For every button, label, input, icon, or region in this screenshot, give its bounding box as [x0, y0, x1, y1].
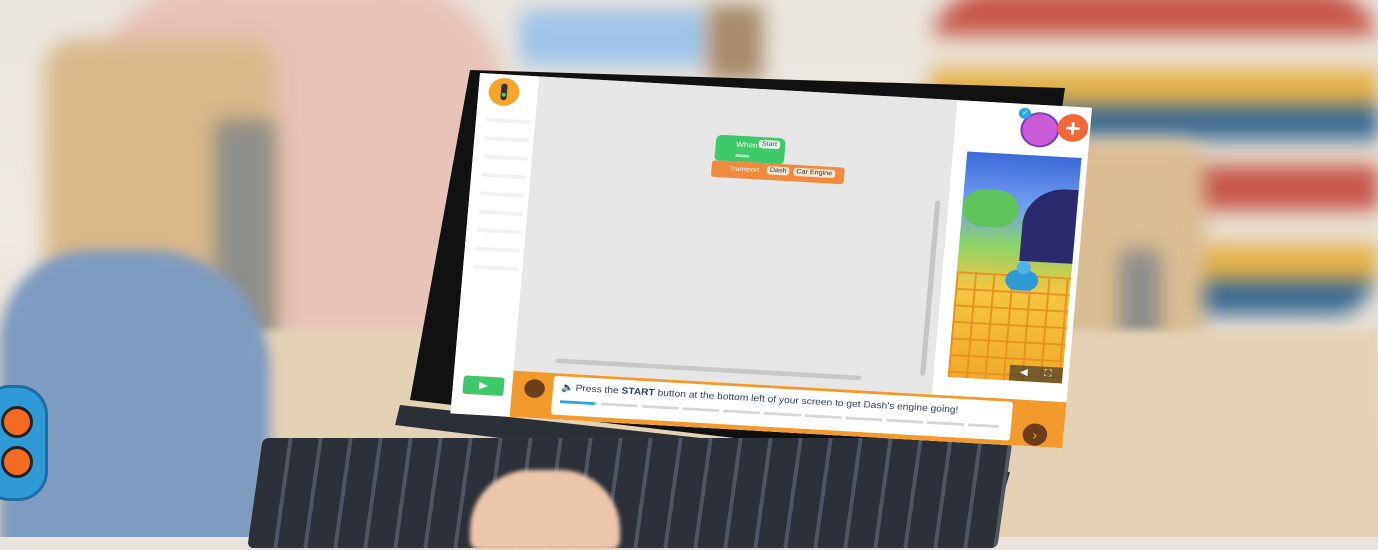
when-start-block[interactable]: When Start [714, 134, 786, 165]
simulator-3d-view[interactable]: ◀ ⛶ [947, 151, 1082, 384]
next-step-button[interactable]: › [1021, 422, 1049, 447]
scene-hill [960, 188, 1021, 229]
app-screen: When Start Transport Dash Car Engine ↺ ↻… [450, 73, 1092, 449]
block-label: Transport [728, 165, 760, 174]
palette-category[interactable] [478, 209, 524, 216]
palette-category[interactable] [479, 191, 525, 198]
palette-category[interactable] [474, 246, 521, 253]
speaker-icon[interactable]: ◀ [1019, 367, 1028, 378]
traffic-light-icon[interactable] [487, 77, 521, 107]
trigger-dropdown[interactable]: Start [758, 139, 781, 150]
robot-dropdown[interactable]: Dash [766, 166, 790, 176]
fullscreen-icon[interactable]: ⛶ [1044, 369, 1052, 380]
speaker-icon[interactable]: 🔈 [561, 383, 575, 394]
add-button[interactable]: + [1056, 113, 1090, 143]
palette-category[interactable] [482, 154, 529, 161]
option-dropdown[interactable]: Car Engine [792, 167, 836, 179]
block-label: When [735, 140, 758, 150]
scene-cave [1019, 187, 1082, 265]
simulated-robot [1004, 269, 1039, 292]
tutorial-progress-fill [559, 400, 596, 405]
laptop: When Start Transport Dash Car Engine ↺ ↻… [0, 0, 1378, 548]
palette-category[interactable] [484, 136, 530, 143]
start-button[interactable]: ▶ [462, 375, 505, 397]
palette-category[interactable] [486, 117, 532, 124]
previous-step-button[interactable] [523, 378, 546, 399]
palette-category[interactable] [481, 172, 527, 180]
keyboard [247, 438, 1013, 548]
block-notch [735, 154, 750, 158]
palette-category[interactable] [476, 228, 522, 235]
simulator-controls: ◀ ⛶ [1008, 364, 1064, 384]
palette-category[interactable] [473, 264, 519, 272]
code-workspace[interactable]: When Start Transport Dash Car Engine ↺ ↻… [513, 76, 979, 395]
transport-block[interactable]: Transport Dash Car Engine [710, 160, 845, 185]
simulator-panel: ✓ + ◀ ⛶ [937, 100, 1092, 403]
